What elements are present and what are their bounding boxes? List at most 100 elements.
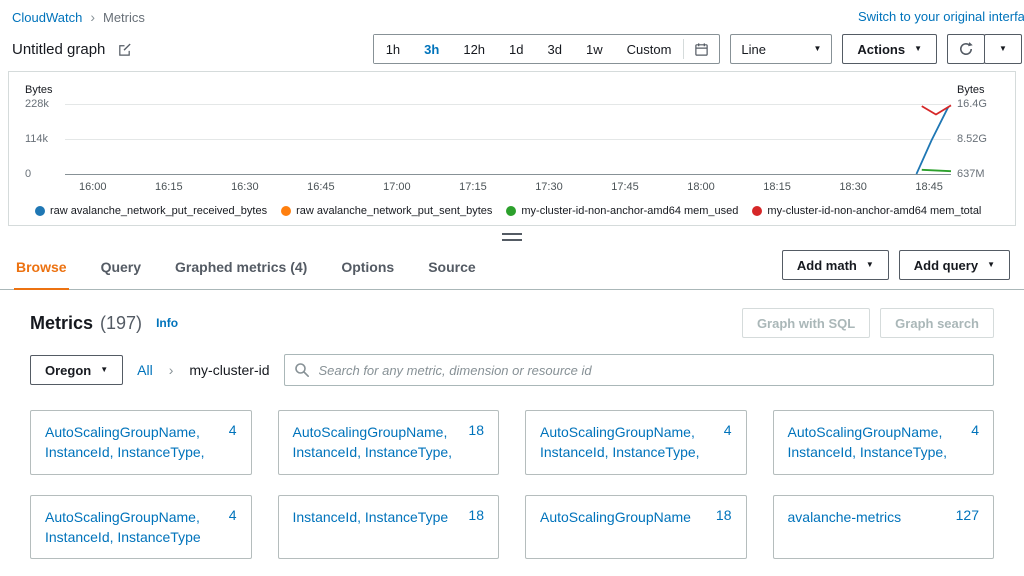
card-count: 18 [715,506,732,523]
series-line-received-bytes [916,107,948,174]
dimension-card[interactable]: AutoScalingGroupName, InstanceId, Instan… [525,410,747,475]
info-link[interactable]: Info [156,316,178,330]
splitter-drag-handle-icon[interactable] [502,233,522,241]
time-range-1d[interactable]: 1d [497,35,536,63]
dimension-card[interactable]: InstanceId, InstanceType 18 [277,494,499,560]
legend-item-mem-used[interactable]: my-cluster-id-non-anchor-amd64 mem_used [506,205,738,217]
card-label: AutoScalingGroupName, InstanceId, Instan… [45,424,205,461]
tab-browse[interactable]: Browse [14,248,69,290]
graph-search-button[interactable]: Graph search [880,308,994,338]
metric-search-input[interactable] [283,354,994,386]
left-tick: 114k [25,133,49,145]
card-label: InstanceId, InstanceType [292,508,449,525]
card-label: AutoScalingGroupName, InstanceId, Instan… [787,424,948,461]
tab-source[interactable]: Source [426,248,477,290]
breadcrumb-cloudwatch-link[interactable]: CloudWatch [12,10,82,25]
chevron-down-icon: ▼ [914,44,922,53]
refresh-split-button: ▼ [947,34,1022,64]
legend-label: my-cluster-id-non-anchor-amd64 mem_used [521,205,739,217]
metrics-header-buttons: Graph with SQL Graph search [741,308,994,338]
right-axis-ticks: 16.4G 8.52G 637M [951,98,1009,180]
add-math-label: Add math [796,257,857,273]
add-math-button[interactable]: Add math ▼ [781,250,889,280]
breadcrumb-separator-icon: › [168,362,174,378]
left-tick: 228k [25,98,49,110]
time-range-custom[interactable]: Custom [614,35,684,63]
time-range-1w[interactable]: 1w [573,35,615,63]
chart-plot-area[interactable] [65,104,951,175]
tab-query[interactable]: Query [99,248,143,290]
card-label: AutoScalingGroupName, InstanceId, Instan… [45,508,201,545]
time-range-1h[interactable]: 1h [373,35,413,63]
x-axis-ticks: 16:00 16:15 16:30 16:45 17:00 17:15 17:3… [65,174,951,196]
custom-date-picker-button[interactable] [683,39,720,59]
metrics-tabs: Browse Query Graphed metrics (4) Options… [0,244,1024,290]
right-tick: 637M [957,168,985,180]
filter-all-link[interactable]: All [137,362,153,378]
rename-graph-button[interactable] [113,39,137,59]
chevron-down-icon: ▼ [987,260,995,269]
filter-current: my-cluster-id [189,362,270,378]
time-range-3d[interactable]: 3d [535,35,574,63]
dimension-card[interactable]: AutoScalingGroupName, InstanceId, Instan… [772,410,994,475]
card-count: 4 [971,422,979,438]
legend-item-received-bytes[interactable]: raw avalanche_network_put_received_bytes [35,205,267,217]
refresh-options-button[interactable]: ▼ [984,34,1022,64]
toolbar-controls: 1h 3h 12h 1d 3d 1w Custom Line ▼ Actions… [372,34,1022,64]
legend-label: my-cluster-id-non-anchor-amd64 mem_total [767,205,982,217]
graph-with-sql-button[interactable]: Graph with SQL [741,308,871,338]
time-range-3h[interactable]: 3h [412,35,452,63]
card-count: 4 [228,422,237,438]
card-label: avalanche-metrics [787,508,902,525]
add-query-button[interactable]: Add query ▼ [898,250,1010,280]
add-query-label: Add query [913,257,979,273]
x-tick: 17:30 [535,181,563,193]
card-count: 18 [468,422,484,438]
dimension-card[interactable]: AutoScalingGroupName 18 [525,494,747,560]
graph-title: Untitled graph [12,40,106,58]
panel-splitter [0,226,1024,244]
metrics-title: Metrics [30,312,94,333]
dimension-card[interactable]: avalanche-metrics 127 [772,494,994,560]
right-tick: 8.52G [957,133,987,145]
actions-button[interactable]: Actions ▼ [842,34,937,64]
tab-options[interactable]: Options [339,248,396,290]
card-count: 18 [468,506,484,523]
legend-dot-icon [506,206,517,216]
tab-graphed-metrics[interactable]: Graphed metrics (4) [173,248,309,290]
metric-chart-panel: Bytes Bytes 228k 114k 0 16.4G 8.52G 637M… [8,71,1016,226]
dimension-card[interactable]: AutoScalingGroupName, InstanceId, Instan… [277,410,499,475]
x-tick: 17:00 [383,181,411,193]
right-tick: 16.4G [957,98,987,110]
card-count: 4 [228,506,237,523]
chart-type-select[interactable]: Line ▼ [730,34,833,64]
switch-interface-link[interactable]: Switch to your original interface [858,9,1024,24]
legend-item-mem-total[interactable]: my-cluster-id-non-anchor-amd64 mem_total [752,205,981,217]
x-tick: 17:45 [611,181,639,193]
region-label: Oregon [45,362,92,378]
metrics-header: Metrics (197) Info Graph with SQL Graph … [30,308,994,338]
chart-series-svg [65,104,951,174]
dimension-card[interactable]: AutoScalingGroupName, InstanceId, Instan… [30,494,252,560]
legend-item-sent-bytes[interactable]: raw avalanche_network_put_sent_bytes [281,205,492,217]
series-line-mem-used [922,170,951,171]
x-tick: 16:00 [79,181,107,193]
region-select-button[interactable]: Oregon ▼ [30,355,124,385]
legend-label: raw avalanche_network_put_received_bytes [50,205,268,217]
dimension-cards-grid: AutoScalingGroupName, InstanceId, Instan… [30,410,994,560]
x-tick: 18:45 [915,181,943,193]
actions-label: Actions [857,41,906,57]
calendar-icon [695,42,709,56]
chevron-down-icon: ▼ [100,365,109,374]
metrics-count: (197) [100,312,143,333]
chart-type-value: Line [741,41,766,57]
breadcrumb-bar: CloudWatch › Metrics Switch to your origin… [0,0,1024,30]
card-count: 127 [955,506,979,523]
refresh-button[interactable] [947,34,985,64]
x-tick: 18:00 [687,181,715,193]
dimension-card[interactable]: AutoScalingGroupName, InstanceId, Instan… [30,410,252,475]
x-tick: 16:45 [307,181,335,193]
chevron-down-icon: ▼ [865,260,874,269]
chevron-down-icon: ▼ [813,44,822,53]
time-range-12h[interactable]: 12h [451,35,498,63]
